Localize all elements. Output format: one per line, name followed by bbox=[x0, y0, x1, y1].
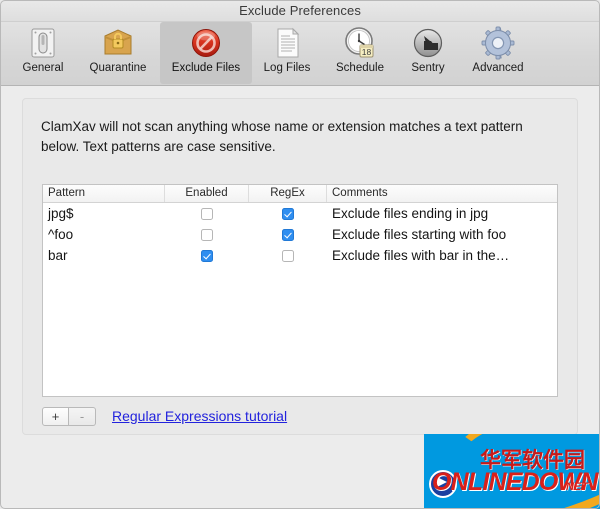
toolbar-label-quarantine: Quarantine bbox=[89, 62, 147, 74]
toolbar-label-exclude-files: Exclude Files bbox=[171, 62, 241, 74]
enabled-checkbox[interactable] bbox=[201, 228, 213, 241]
toolbar-label-advanced: Advanced bbox=[472, 62, 524, 74]
preferences-window: Exclude Preferences General Quarantine E… bbox=[0, 0, 600, 509]
cell-regex[interactable] bbox=[249, 249, 327, 262]
panel-description: ClamXav will not scan anything whose nam… bbox=[41, 119, 523, 154]
cell-enabled[interactable] bbox=[165, 249, 249, 262]
toolbar-item-exclude-files[interactable]: Exclude Files bbox=[160, 22, 252, 84]
remove-pattern-button[interactable]: - bbox=[69, 407, 96, 426]
enabled-checkbox[interactable] bbox=[201, 207, 213, 220]
watermark-overlay: 华军软件园 ONLINEDOWN .NET bbox=[424, 434, 600, 509]
toolbar-item-log-files[interactable]: Log Files bbox=[252, 22, 322, 84]
cell-regex[interactable] bbox=[249, 228, 327, 241]
table-row[interactable]: jpg$ Exclude files ending in jpg bbox=[43, 203, 557, 224]
watermark-tld-text: .NET bbox=[563, 481, 589, 493]
add-pattern-button[interactable]: + bbox=[42, 407, 69, 426]
document-icon bbox=[270, 26, 304, 60]
cell-comments[interactable]: Exclude files starting with foo bbox=[327, 224, 557, 245]
cell-pattern[interactable]: jpg$ bbox=[43, 203, 165, 224]
cell-comments[interactable]: Exclude files ending in jpg bbox=[327, 203, 557, 224]
table-row[interactable]: bar Exclude files with bar in the… bbox=[43, 245, 557, 266]
toolbar-item-advanced[interactable]: Advanced bbox=[458, 22, 538, 84]
cell-regex[interactable] bbox=[249, 207, 327, 220]
toolbar-item-general[interactable]: General bbox=[10, 22, 76, 84]
svg-text:18: 18 bbox=[362, 47, 372, 57]
toolbar-label-schedule: Schedule bbox=[336, 62, 384, 74]
clock-calendar-icon: 18 bbox=[343, 26, 377, 60]
regex-checkbox[interactable] bbox=[282, 207, 294, 220]
no-entry-icon bbox=[189, 26, 223, 60]
window-title: Exclude Preferences bbox=[239, 3, 361, 18]
toolbar-label-general: General bbox=[22, 62, 64, 74]
preferences-toolbar: General Quarantine Exclude Files Log Fil… bbox=[0, 22, 600, 86]
toolbar-item-sentry[interactable]: Sentry bbox=[398, 22, 458, 84]
exclude-settings-panel: ClamXav will not scan anything whose nam… bbox=[22, 98, 578, 435]
regex-checkbox[interactable] bbox=[282, 249, 294, 262]
cell-pattern[interactable]: ^foo bbox=[43, 224, 165, 245]
column-header-regex[interactable]: RegEx bbox=[249, 185, 327, 202]
enabled-checkbox[interactable] bbox=[201, 249, 213, 262]
regex-checkbox[interactable] bbox=[282, 228, 294, 241]
cell-enabled[interactable] bbox=[165, 207, 249, 220]
exclusion-patterns-table[interactable]: Pattern Enabled RegEx Comments jpg$ Excl… bbox=[42, 184, 558, 397]
cell-comments[interactable]: Exclude files with bar in the… bbox=[327, 245, 557, 266]
switch-icon bbox=[26, 26, 60, 60]
toolbar-item-schedule[interactable]: 18 Schedule bbox=[322, 22, 398, 84]
column-header-comments[interactable]: Comments bbox=[327, 185, 557, 202]
column-header-enabled[interactable]: Enabled bbox=[165, 185, 249, 202]
regex-tutorial-link[interactable]: Regular Expressions tutorial bbox=[112, 407, 287, 426]
lock-box-icon bbox=[101, 26, 135, 60]
toolbar-item-quarantine[interactable]: Quarantine bbox=[76, 22, 160, 84]
table-header-row: Pattern Enabled RegEx Comments bbox=[43, 185, 557, 203]
folder-watch-icon bbox=[411, 26, 445, 60]
cell-enabled[interactable] bbox=[165, 228, 249, 241]
column-header-pattern[interactable]: Pattern bbox=[43, 185, 165, 202]
toolbar-label-sentry: Sentry bbox=[411, 62, 445, 74]
table-row[interactable]: ^foo Exclude files starting with foo bbox=[43, 224, 557, 245]
gear-icon bbox=[481, 26, 515, 60]
table-controls: + - Regular Expressions tutorial bbox=[42, 407, 287, 426]
toolbar-label-log-files: Log Files bbox=[263, 62, 311, 74]
cell-pattern[interactable]: bar bbox=[43, 245, 165, 266]
window-titlebar: Exclude Preferences bbox=[0, 0, 600, 22]
